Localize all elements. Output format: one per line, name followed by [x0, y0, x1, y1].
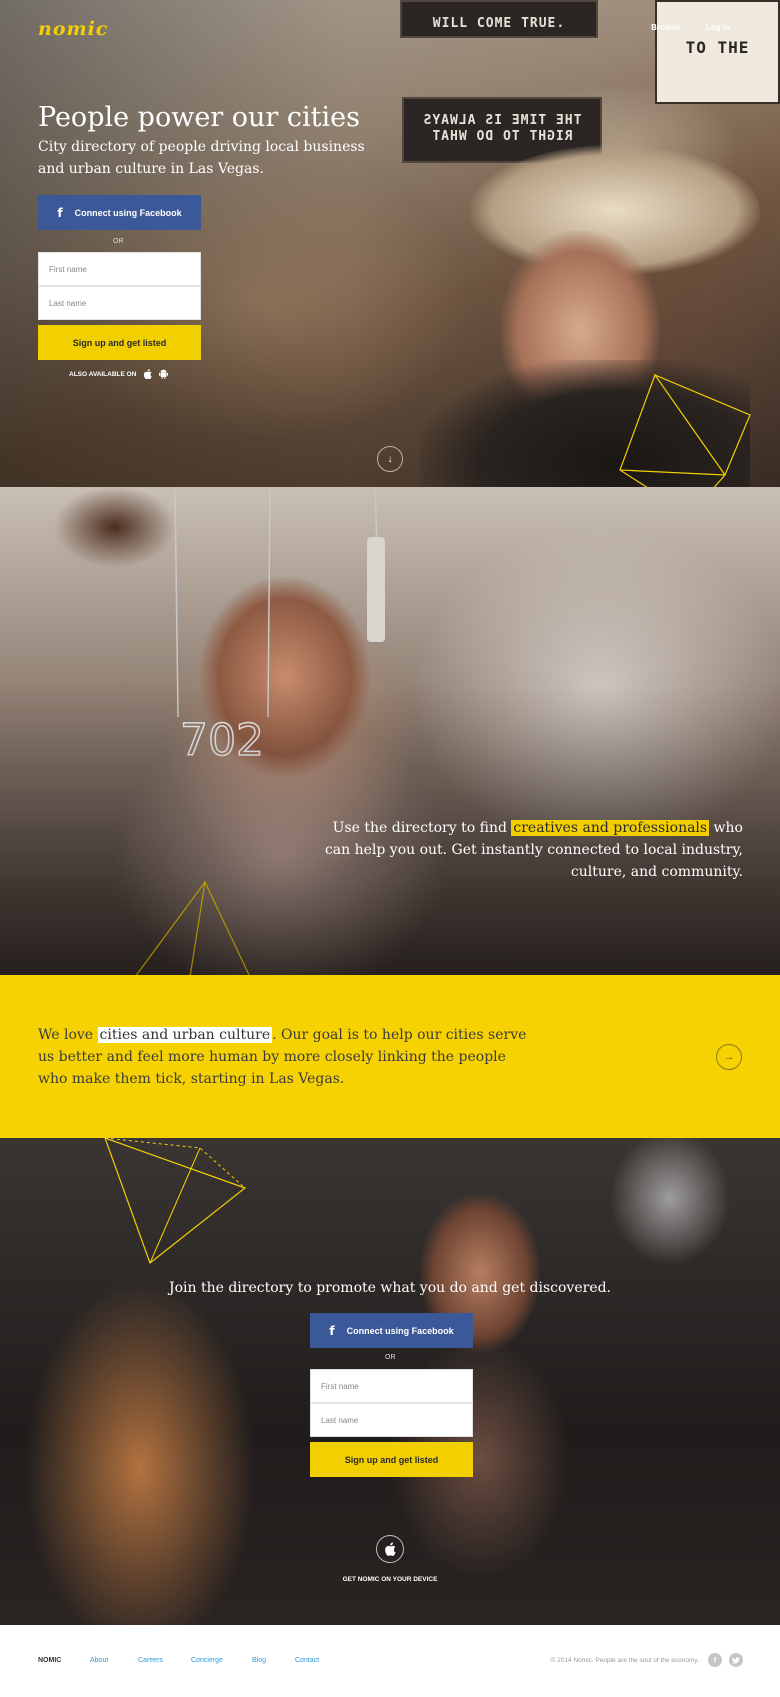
connect-facebook-label: Connect using Facebook	[346, 1325, 454, 1336]
hero-section: WILL COME TRUE. THE TIME IS ALWAYS RIGHT…	[0, 0, 780, 487]
facebook-social-icon[interactable]: f	[708, 1653, 722, 1667]
next-arrow-icon[interactable]: →	[716, 1044, 742, 1070]
login-link[interactable]: Log in	[706, 23, 730, 32]
footer-link-careers[interactable]: Careers	[138, 1657, 163, 1664]
join-heading: Join the directory to promote what you d…	[168, 1280, 612, 1296]
first-name-input[interactable]: First name	[38, 252, 201, 286]
signup-button-bottom[interactable]: Sign up and get listed	[310, 1442, 473, 1477]
feature-highlight: creatives and professionals	[511, 820, 710, 836]
footer-link-blog[interactable]: Blog	[252, 1657, 266, 1664]
android-icon[interactable]	[158, 369, 168, 379]
hero-subtitle: City directory of people driving local b…	[38, 139, 365, 177]
footer-brand: NOMIC	[38, 1657, 62, 1664]
footer-link-concierge[interactable]: Concierge	[191, 1657, 223, 1664]
or-divider: OR	[113, 238, 124, 245]
nomic-logo[interactable]: nomic	[38, 18, 108, 40]
last-name-input[interactable]: Last name	[38, 286, 201, 320]
get-app-label: GET NOMIC ON YOUR DEVICE	[342, 1576, 438, 1583]
facebook-icon: f	[57, 205, 63, 220]
footer-link-about[interactable]: About	[90, 1657, 108, 1664]
geometric-pyramid-decoration	[104, 1138, 247, 1264]
browse-link[interactable]: Browse	[651, 23, 680, 32]
mission-text: We love cities and urban culture. Our go…	[38, 1024, 538, 1090]
section-photo-overlay	[0, 487, 780, 975]
also-available-label: ALSO AVAILABLE ON	[69, 370, 137, 378]
mission-text-start: We love	[38, 1027, 98, 1043]
mission-section: We love cities and urban culture. Our go…	[0, 975, 780, 1138]
directory-feature-text: Use the directory to find creatives and …	[323, 817, 743, 883]
hero-title: People power our cities	[38, 102, 360, 133]
mission-highlight: cities and urban culture	[97, 1027, 273, 1043]
twitter-social-icon[interactable]	[729, 1653, 743, 1667]
wall-sign: TO THE	[655, 0, 780, 104]
apple-icon[interactable]	[142, 369, 152, 379]
connect-facebook-button-bottom[interactable]: f Connect using Facebook	[310, 1313, 473, 1348]
footer-link-contact[interactable]: Contact	[295, 1657, 319, 1664]
first-name-input-bottom[interactable]: First name	[310, 1369, 473, 1403]
feature-text-start: Use the directory to find	[332, 820, 512, 836]
directory-feature-section: 702 Use the directory to find creatives …	[0, 487, 780, 975]
connect-facebook-label: Connect using Facebook	[74, 207, 182, 218]
last-name-input-bottom[interactable]: Last name	[310, 1403, 473, 1437]
wall-sign: WILL COME TRUE.	[400, 0, 598, 38]
apple-app-icon[interactable]	[376, 1535, 404, 1563]
signup-button[interactable]: Sign up and get listed	[38, 325, 201, 360]
footer: NOMIC About Careers Concierge Blog Conta…	[0, 1625, 780, 1697]
also-available-on: ALSO AVAILABLE ON	[69, 369, 168, 379]
geometric-pyramid-decoration	[619, 373, 751, 487]
or-divider: OR	[385, 1354, 396, 1361]
footer-copyright: © 2014 Nomic. People are the soul of the…	[550, 1657, 699, 1664]
facebook-icon: f	[329, 1323, 335, 1338]
top-navigation: Browse Log in	[651, 23, 730, 32]
connect-facebook-button[interactable]: f Connect using Facebook	[38, 195, 201, 230]
scroll-down-arrow-icon[interactable]: ↓	[377, 446, 403, 472]
